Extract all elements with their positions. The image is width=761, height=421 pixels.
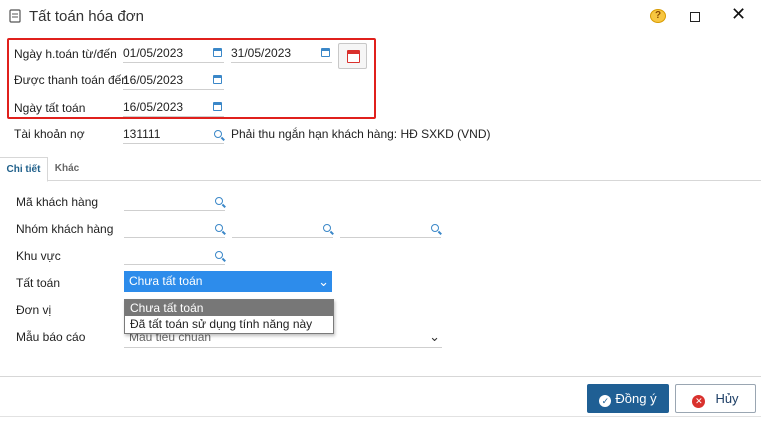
- bottom-strip: [0, 416, 761, 421]
- footer-divider: [0, 376, 761, 377]
- date-range-label: Ngày h.toán từ/đến: [14, 47, 117, 61]
- paid-to-field[interactable]: 16/05/2023: [123, 70, 224, 90]
- region-field[interactable]: [124, 245, 225, 265]
- settlement-select-value: Chưa tất toán: [129, 274, 203, 288]
- paid-to-value: 16/05/2023: [123, 73, 184, 87]
- date-to-value: 31/05/2023: [231, 46, 292, 60]
- cancel-button[interactable]: ✕ Hủy: [675, 384, 756, 413]
- calendar-icon[interactable]: [213, 48, 222, 57]
- tab-bar: Chi tiết Khác: [0, 157, 761, 182]
- calendar-icon: [347, 50, 360, 63]
- calendar-icon[interactable]: [213, 102, 222, 111]
- help-icon[interactable]: ?: [650, 9, 666, 23]
- customer-group-field-2[interactable]: [232, 218, 333, 238]
- customer-group-field-1[interactable]: [124, 218, 225, 238]
- date-from-field[interactable]: 01/05/2023: [123, 43, 224, 63]
- settlement-dropdown: Chưa tất toán Đã tất toán sử dụng tính n…: [124, 299, 334, 334]
- window-title: Tất toán hóa đơn: [29, 8, 144, 25]
- search-icon[interactable]: [215, 197, 223, 205]
- tab-details[interactable]: Chi tiết: [0, 157, 48, 182]
- maximize-icon[interactable]: [690, 12, 700, 22]
- dropdown-option[interactable]: Đã tất toán sử dụng tính năng này: [125, 316, 333, 332]
- search-icon[interactable]: [323, 224, 331, 232]
- calendar-icon[interactable]: [213, 75, 222, 84]
- calendar-icon[interactable]: [321, 48, 330, 57]
- period-picker-button[interactable]: [338, 43, 367, 69]
- date-to-field[interactable]: 31/05/2023: [231, 43, 332, 63]
- settle-date-label: Ngày tất toán: [14, 101, 86, 115]
- search-icon[interactable]: [214, 130, 222, 138]
- chevron-down-icon[interactable]: ⌄: [318, 271, 329, 292]
- tab-other[interactable]: Khác: [48, 157, 86, 181]
- settlement-label: Tất toán: [16, 276, 61, 290]
- check-icon: ✓: [599, 395, 612, 407]
- customer-group-label: Nhóm khách hàng: [16, 222, 114, 236]
- customer-group-field-3[interactable]: [340, 218, 441, 238]
- ok-button[interactable]: ✓ Đồng ý: [587, 384, 669, 413]
- dropdown-option[interactable]: Chưa tất toán: [125, 300, 333, 316]
- settle-date-field[interactable]: 16/05/2023: [123, 97, 224, 117]
- region-label: Khu vực: [16, 249, 61, 263]
- search-icon[interactable]: [215, 251, 223, 259]
- report-template-label: Mẫu báo cáo: [16, 330, 86, 344]
- x-icon: ✕: [692, 395, 706, 408]
- account-value: 131111: [123, 127, 161, 141]
- search-icon[interactable]: [431, 224, 439, 232]
- account-field[interactable]: 131111: [123, 124, 224, 144]
- paid-to-label: Được thanh toán đến: [14, 73, 128, 87]
- customer-code-label: Mã khách hàng: [16, 195, 99, 209]
- chevron-down-icon[interactable]: ⌄: [429, 326, 440, 348]
- title-bar: Tất toán hóa đơn ? ✕: [0, 0, 761, 34]
- date-from-value: 01/05/2023: [123, 46, 184, 60]
- unit-label: Đơn vị: [16, 303, 52, 317]
- account-label: Tài khoản nợ: [14, 127, 85, 141]
- ok-button-label: Đồng ý: [615, 391, 657, 406]
- customer-code-field[interactable]: [124, 191, 225, 211]
- cancel-button-label: Hủy: [715, 391, 739, 406]
- settlement-select[interactable]: Chưa tất toán ⌄: [124, 271, 332, 292]
- app-icon: [9, 9, 21, 23]
- close-icon[interactable]: ✕: [731, 3, 746, 25]
- settle-date-value: 16/05/2023: [123, 100, 184, 114]
- account-description: Phải thu ngắn hạn khách hàng: HĐ SXKD (V…: [231, 127, 491, 141]
- search-icon[interactable]: [215, 224, 223, 232]
